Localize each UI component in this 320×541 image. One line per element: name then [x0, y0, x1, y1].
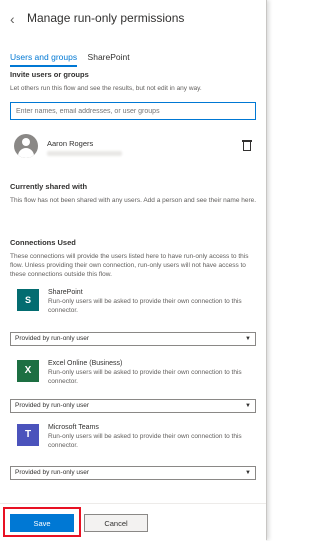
connection-sharepoint: S SharePoint Run-only users will be aske… — [17, 289, 257, 323]
tab-users-and-groups[interactable]: Users and groups — [10, 52, 78, 67]
chevron-down-icon: ▼ — [245, 403, 251, 409]
select-value: Provided by run-only user — [15, 402, 90, 409]
teams-connection-select[interactable]: Provided by run-only user ▼ — [10, 466, 256, 480]
select-value: Provided by run-only user — [15, 469, 90, 476]
invite-search-input[interactable] — [10, 102, 256, 120]
save-button[interactable]: Save — [10, 514, 74, 532]
shared-user-row: Aaron Rogers — [14, 134, 256, 164]
chevron-left-icon[interactable]: ‹ — [10, 11, 15, 27]
avatar — [14, 134, 38, 158]
connection-description: Run-only users will be asked to provide … — [48, 369, 242, 385]
invite-description: Let others run this flow and see the res… — [10, 85, 202, 92]
chevron-down-icon: ▼ — [245, 470, 251, 476]
cancel-button[interactable]: Cancel — [84, 514, 148, 532]
connection-description: Run-only users will be asked to provide … — [48, 298, 242, 314]
sharepoint-logo-icon: S — [17, 289, 39, 311]
sharepoint-connection-select[interactable]: Provided by run-only user ▼ — [10, 332, 256, 346]
currently-shared-description: This flow has not been shared with any u… — [10, 197, 257, 204]
panel-title: Manage run-only permissions — [27, 11, 185, 25]
person-icon — [22, 138, 30, 146]
connections-heading: Connections Used — [10, 238, 76, 247]
invite-heading: Invite users or groups — [10, 70, 89, 79]
excel-connection-select[interactable]: Provided by run-only user ▼ — [10, 399, 256, 413]
connection-name: Excel Online (Business) — [48, 360, 123, 367]
connection-name: Microsoft Teams — [48, 424, 99, 431]
connection-name: SharePoint — [48, 289, 83, 296]
trash-icon[interactable] — [242, 140, 252, 151]
currently-shared-heading: Currently shared with — [10, 182, 88, 191]
teams-logo-icon: T — [17, 424, 39, 446]
tab-bar: Users and groups SharePoint — [10, 47, 136, 67]
select-value: Provided by run-only user — [15, 335, 90, 342]
chevron-down-icon: ▼ — [245, 336, 251, 342]
connection-description: Run-only users will be asked to provide … — [48, 433, 242, 449]
connection-excel: X Excel Online (Business) Run-only users… — [17, 360, 257, 394]
user-email-redacted — [47, 151, 122, 156]
connection-teams: T Microsoft Teams Run-only users will be… — [17, 424, 257, 458]
tab-sharepoint[interactable]: SharePoint — [88, 52, 130, 65]
user-name: Aaron Rogers — [47, 139, 94, 148]
excel-logo-icon: X — [17, 360, 39, 382]
connections-description: These connections will provide the users… — [10, 253, 249, 278]
permissions-panel: ‹ Manage run-only permissions Users and … — [0, 0, 267, 541]
